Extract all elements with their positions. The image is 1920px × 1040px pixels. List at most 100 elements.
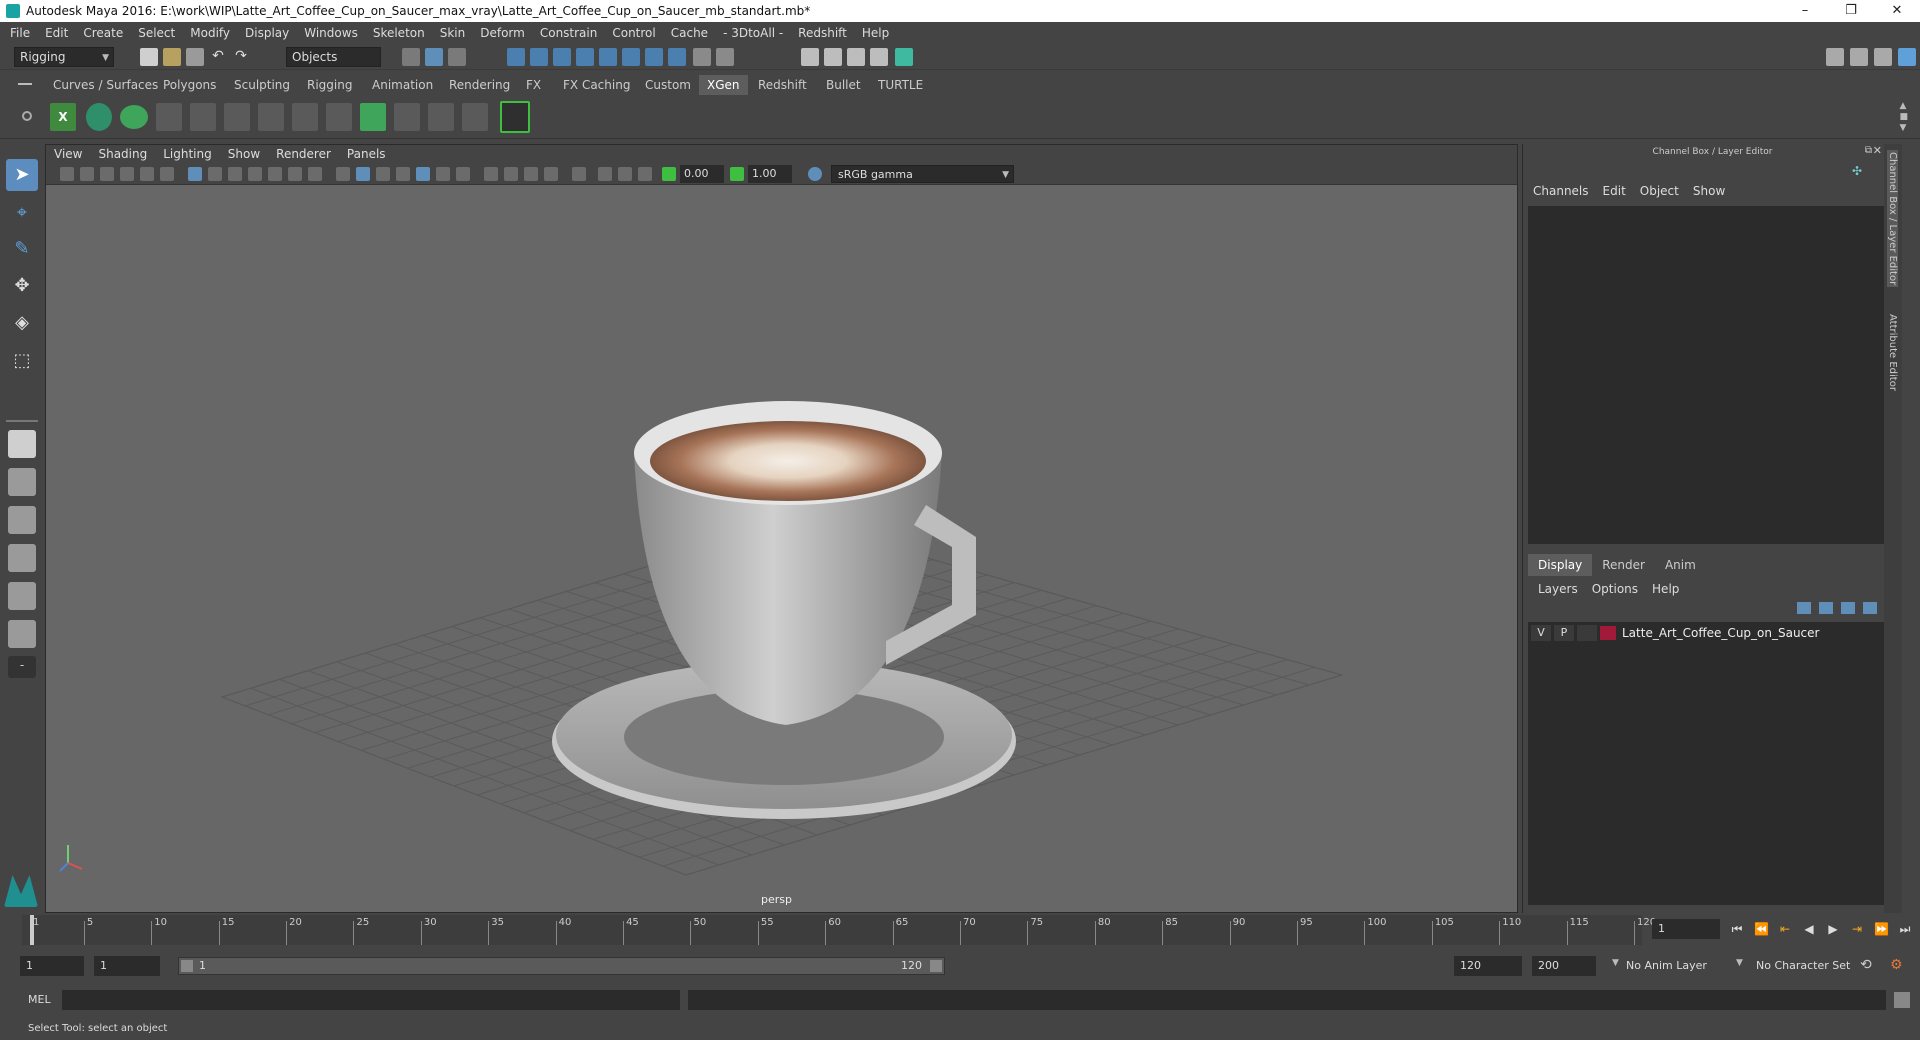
side-tab-attribute-editor[interactable]: Attribute Editor xyxy=(1887,314,1898,391)
render-frame-icon[interactable] xyxy=(824,48,842,66)
xgen-rebuild-icon[interactable] xyxy=(428,103,454,131)
tool-settings-toggle-icon[interactable] xyxy=(1874,48,1892,66)
channel-box-menu-show[interactable]: Show xyxy=(1693,184,1725,198)
menu-3dtoall[interactable]: - 3DtoAll - xyxy=(723,26,783,40)
menu-modify[interactable]: Modify xyxy=(190,26,230,40)
xgen-add-guide-icon[interactable] xyxy=(190,103,216,131)
selection-mode-dropdown[interactable]: Objects xyxy=(286,47,381,67)
animation-end-field[interactable]: 200 xyxy=(1532,956,1596,976)
channel-box-menu-channels[interactable]: Channels xyxy=(1533,184,1589,198)
command-input[interactable] xyxy=(62,990,680,1010)
shelf-tab-sculpting[interactable]: Sculpting xyxy=(226,75,298,95)
shelf-tab-polygons[interactable]: Polygons xyxy=(155,75,224,95)
coffee-cup-model[interactable] xyxy=(552,401,1016,819)
render-view-icon[interactable] xyxy=(801,48,819,66)
play-forwards-icon[interactable]: ▶ xyxy=(1826,922,1840,936)
viewport-menu-renderer[interactable]: Renderer xyxy=(276,147,331,161)
xgen-normalize-icon[interactable] xyxy=(394,103,420,131)
redo-icon[interactable]: ↷ xyxy=(232,48,250,66)
shelf-tab-rendering[interactable]: Rendering xyxy=(441,75,518,95)
resolution-gate-icon[interactable] xyxy=(228,167,242,181)
viewport-menu-shading[interactable]: Shading xyxy=(98,147,147,161)
layer-row[interactable]: V P Latte_Art_Coffee_Cup_on_Saucer xyxy=(1528,624,1898,642)
move-layer-down-icon[interactable] xyxy=(1819,602,1833,614)
shelf-tab-xgen[interactable]: XGen xyxy=(699,75,748,95)
safe-action-icon[interactable] xyxy=(288,167,302,181)
snap-view-plane-icon[interactable] xyxy=(576,48,594,66)
playback-end-field[interactable]: 120 xyxy=(1454,956,1522,976)
script-editor-icon[interactable] xyxy=(1894,992,1910,1008)
exposure-field[interactable]: 0.00 xyxy=(680,165,724,183)
select-tool-icon[interactable]: ➤ xyxy=(6,159,38,191)
menu-control[interactable]: Control xyxy=(612,26,655,40)
film-gate-icon[interactable] xyxy=(208,167,222,181)
depth-of-field-icon[interactable] xyxy=(544,167,558,181)
lock-icon[interactable] xyxy=(693,48,711,66)
xgen-interactive-groom-icon[interactable] xyxy=(500,101,530,133)
menu-edit[interactable]: Edit xyxy=(45,26,68,40)
step-back-frame-icon[interactable]: ⏪ xyxy=(1754,922,1769,936)
two-d-pan-icon[interactable] xyxy=(140,167,154,181)
menu-skin[interactable]: Skin xyxy=(440,26,466,40)
go-to-start-icon[interactable]: ⏮ xyxy=(1730,922,1744,936)
field-chart-icon[interactable] xyxy=(268,167,282,181)
default-material-icon[interactable] xyxy=(376,167,390,181)
scene-canvas[interactable] xyxy=(46,185,1517,912)
layer-menu-options[interactable]: Options xyxy=(1592,582,1638,596)
layer-playback-toggle[interactable]: P xyxy=(1554,625,1574,641)
hypershade-layout-icon[interactable] xyxy=(8,582,36,610)
menu-create[interactable]: Create xyxy=(83,26,123,40)
screen-space-ao-icon[interactable] xyxy=(484,167,498,181)
animation-start-field[interactable]: 1 xyxy=(20,956,84,976)
layer-tab-anim[interactable]: Anim xyxy=(1655,554,1706,576)
move-tool-icon[interactable]: ✥ xyxy=(6,270,38,302)
shelf-tab-animation[interactable]: Animation xyxy=(364,75,441,95)
time-slider[interactable]: 1 5 10 15 20 25 30 35 40 45 50 55 60 65 70 75 80 85 90 95 10… xyxy=(22,915,1656,945)
snap-grid-icon[interactable] xyxy=(507,48,525,66)
menu-cache[interactable]: Cache xyxy=(671,26,708,40)
single-perspective-layout-icon[interactable] xyxy=(8,430,36,458)
menu-select[interactable]: Select xyxy=(138,26,175,40)
character-set-dropdown[interactable]: No Character Set xyxy=(1750,956,1872,976)
minimize-button[interactable]: – xyxy=(1782,0,1828,22)
scale-tool-icon[interactable]: ⬚ xyxy=(6,345,38,377)
layer-visibility-toggle[interactable]: V xyxy=(1531,625,1551,641)
step-back-key-icon[interactable]: ⇤ xyxy=(1778,922,1792,936)
shelf-gear-icon[interactable] xyxy=(22,111,32,121)
shelf-tab-redshift[interactable]: Redshift xyxy=(750,75,815,95)
layer-menu-layers[interactable]: Layers xyxy=(1538,582,1578,596)
current-time-marker[interactable] xyxy=(30,915,34,945)
xgen-import-collection-icon[interactable] xyxy=(120,105,148,129)
gate-mask-icon[interactable] xyxy=(248,167,262,181)
viewport-menu-lighting[interactable]: Lighting xyxy=(163,147,212,161)
query-icon[interactable] xyxy=(668,48,686,66)
anim-layer-dropdown[interactable]: No Anim Layer xyxy=(1620,956,1744,976)
layer-name[interactable]: Latte_Art_Coffee_Cup_on_Saucer xyxy=(1622,626,1819,640)
shelf-tab-custom[interactable]: Custom xyxy=(637,75,699,95)
xgen-guide-length-icon[interactable] xyxy=(326,103,352,131)
xgen-editor-icon[interactable]: X xyxy=(50,103,76,131)
exposure-icon[interactable] xyxy=(662,167,676,181)
select-hierarchy-icon[interactable] xyxy=(402,48,420,66)
paint-select-tool-icon[interactable]: ✎ xyxy=(6,233,38,265)
shadows-icon[interactable] xyxy=(456,167,470,181)
persp-outliner-layout-icon[interactable] xyxy=(8,506,36,534)
wireframe-on-shaded-icon[interactable] xyxy=(396,167,410,181)
save-scene-icon[interactable] xyxy=(186,48,204,66)
rotate-tool-icon[interactable]: ◈ xyxy=(6,307,38,339)
grid-toggle-icon[interactable] xyxy=(188,167,202,181)
menu-display[interactable]: Display xyxy=(245,26,289,40)
xray-icon[interactable] xyxy=(598,167,612,181)
snap-projected-icon[interactable] xyxy=(622,48,640,66)
viewport-menu-panels[interactable]: Panels xyxy=(347,147,386,161)
ipr-render-icon[interactable] xyxy=(847,48,865,66)
close-panel-icon[interactable]: ✕ xyxy=(1873,144,1882,157)
shelf-tab-fx[interactable]: FX xyxy=(518,75,549,95)
viewport-menu-show[interactable]: Show xyxy=(228,147,260,161)
viewport-menu-view[interactable]: View xyxy=(54,147,82,161)
maximize-button[interactable]: ❐ xyxy=(1828,0,1874,22)
select-component-icon[interactable] xyxy=(448,48,466,66)
channel-box-menu-object[interactable]: Object xyxy=(1640,184,1679,198)
lasso-tool-icon[interactable]: ⌖ xyxy=(6,197,38,229)
command-language-label[interactable]: MEL xyxy=(28,993,51,1006)
